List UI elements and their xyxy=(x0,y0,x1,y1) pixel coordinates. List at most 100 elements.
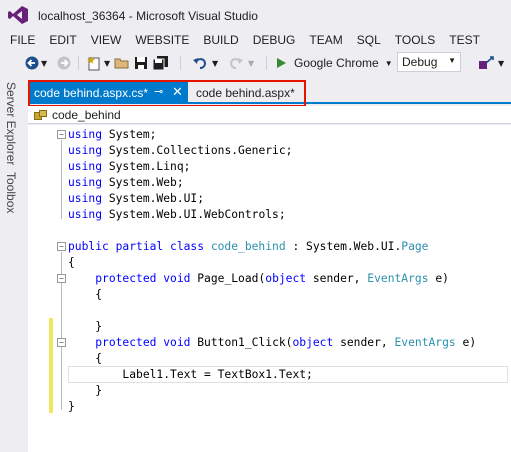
code-line[interactable]: using System.Linq; xyxy=(68,159,476,175)
title-bar: localhost_36364 - Microsoft Visual Studi… xyxy=(0,0,511,30)
toolbar-separator xyxy=(78,56,79,70)
configuration-dropdown[interactable]: Debug ▼ xyxy=(397,52,461,72)
undo-dropdown-icon[interactable]: ▼ xyxy=(212,54,218,72)
menu-test[interactable]: TEST xyxy=(442,33,487,47)
save-all-icon[interactable] xyxy=(152,54,170,72)
code-token: Button1_Click( xyxy=(197,336,293,349)
chevron-down-icon: ▼ xyxy=(384,58,393,68)
back-dropdown-icon[interactable]: ▼ xyxy=(41,54,47,72)
menu-file[interactable]: FILE xyxy=(0,33,42,47)
code-token: { xyxy=(68,352,103,365)
outline-guide xyxy=(61,140,62,219)
menu-team[interactable]: TEAM xyxy=(302,33,349,47)
code-line[interactable]: { xyxy=(68,351,476,367)
code-token: System.Web; xyxy=(102,176,184,189)
back-icon[interactable] xyxy=(24,54,40,72)
editor-margin xyxy=(28,125,46,452)
code-token: using xyxy=(68,128,103,141)
code-token: sender, xyxy=(340,336,395,349)
menu-build[interactable]: BUILD xyxy=(196,33,245,47)
forward-icon[interactable] xyxy=(56,54,72,72)
code-token: e) xyxy=(455,336,477,349)
code-token: } xyxy=(68,320,103,333)
code-token: } xyxy=(68,400,75,413)
redo-dropdown-icon[interactable]: ▼ xyxy=(248,54,254,72)
code-line[interactable]: Label1.Text = TextBox1.Text; xyxy=(68,367,476,383)
code-token: object xyxy=(292,336,341,349)
new-dropdown-icon[interactable]: ▼ xyxy=(104,54,110,72)
code-token: System.Linq; xyxy=(102,160,191,173)
redo-icon[interactable] xyxy=(228,54,244,72)
code-token: EventArgs xyxy=(367,272,429,285)
code-token: Label1.Text = TextBox1.Text; xyxy=(68,368,313,381)
code-token: } xyxy=(68,384,103,397)
code-line[interactable]: protected void Page_Load(object sender, … xyxy=(68,271,476,287)
menu-view[interactable]: VIEW xyxy=(84,33,129,47)
code-token: { xyxy=(68,288,103,301)
code-token: public partial class xyxy=(68,240,211,253)
collapse-icon[interactable]: − xyxy=(57,274,66,283)
code-token: System.Collections.Generic; xyxy=(102,144,293,157)
chevron-down-icon: ▼ xyxy=(448,56,456,65)
side-tool-strip: Server Explorer Toolbox xyxy=(0,76,26,452)
code-token: System.Web.UI; xyxy=(102,192,205,205)
collapse-icon[interactable]: − xyxy=(57,130,66,139)
code-token: using xyxy=(68,208,103,221)
toolbar-separator xyxy=(266,56,267,70)
server-explorer-tab[interactable]: Server Explorer xyxy=(4,82,18,165)
code-token: using xyxy=(68,144,103,157)
collapse-icon[interactable]: − xyxy=(57,242,66,251)
toolbar-separator xyxy=(180,56,181,70)
code-token: Page_Load( xyxy=(197,272,266,285)
window-title: localhost_36364 - Microsoft Visual Studi… xyxy=(38,9,258,23)
visual-studio-logo-icon xyxy=(8,6,28,24)
run-browser-button[interactable]: Google Chrome ▼ xyxy=(277,54,393,72)
play-icon xyxy=(277,58,286,68)
menu-edit[interactable]: EDIT xyxy=(42,33,83,47)
source-code[interactable]: using System; using System.Collections.Ge… xyxy=(68,127,476,415)
toolbar-overflow-icon[interactable]: ▼ xyxy=(498,54,504,72)
code-line[interactable]: } xyxy=(68,319,476,335)
code-line[interactable]: using System; xyxy=(68,127,476,143)
menu-bar: FILE EDIT VIEW WEBSITE BUILD DEBUG TEAM … xyxy=(0,30,511,50)
undo-icon[interactable] xyxy=(192,54,208,72)
menu-debug[interactable]: DEBUG xyxy=(246,33,303,47)
code-token: protected void xyxy=(95,336,198,349)
code-token: protected void xyxy=(95,272,198,285)
code-token: code_behind xyxy=(210,240,286,253)
open-folder-icon[interactable] xyxy=(114,54,130,72)
code-line[interactable]: using System.Web.UI.WebControls; xyxy=(68,207,476,223)
code-line[interactable]: public partial class code_behind : Syste… xyxy=(68,239,476,255)
new-project-icon[interactable] xyxy=(86,54,102,72)
code-line[interactable]: { xyxy=(68,255,476,271)
menu-sql[interactable]: SQL xyxy=(350,33,388,47)
collapse-icon[interactable]: − xyxy=(57,338,66,347)
code-line[interactable]: ​ xyxy=(68,223,476,239)
code-line[interactable]: using System.Collections.Generic; xyxy=(68,143,476,159)
code-line[interactable]: } xyxy=(68,399,476,415)
tab-highlight-annotation xyxy=(28,80,306,107)
menu-website[interactable]: WEBSITE xyxy=(128,33,196,47)
code-line[interactable]: using System.Web; xyxy=(68,175,476,191)
outline-guide xyxy=(61,348,62,394)
code-token: object xyxy=(265,272,313,285)
code-line[interactable]: using System.Web.UI; xyxy=(68,191,476,207)
code-token: System; xyxy=(102,128,157,141)
code-line[interactable]: { xyxy=(68,287,476,303)
code-token: { xyxy=(68,256,75,269)
code-token: Page xyxy=(401,240,429,253)
code-line[interactable]: } xyxy=(68,383,476,399)
change-marker xyxy=(49,318,53,335)
code-token: System.Web.UI.WebControls; xyxy=(102,208,286,221)
menu-tools[interactable]: TOOLS xyxy=(388,33,442,47)
solution-platform-icon[interactable] xyxy=(478,54,496,72)
code-line[interactable]: protected void Button1_Click(object send… xyxy=(68,335,476,351)
code-token: : System.Web.UI. xyxy=(285,240,402,253)
navigation-bar[interactable]: code_behind xyxy=(28,106,511,124)
code-line[interactable]: ​ xyxy=(68,303,476,319)
save-icon[interactable] xyxy=(133,54,149,72)
configuration-value: Debug xyxy=(402,55,438,69)
toolbox-tab[interactable]: Toolbox xyxy=(4,172,18,213)
